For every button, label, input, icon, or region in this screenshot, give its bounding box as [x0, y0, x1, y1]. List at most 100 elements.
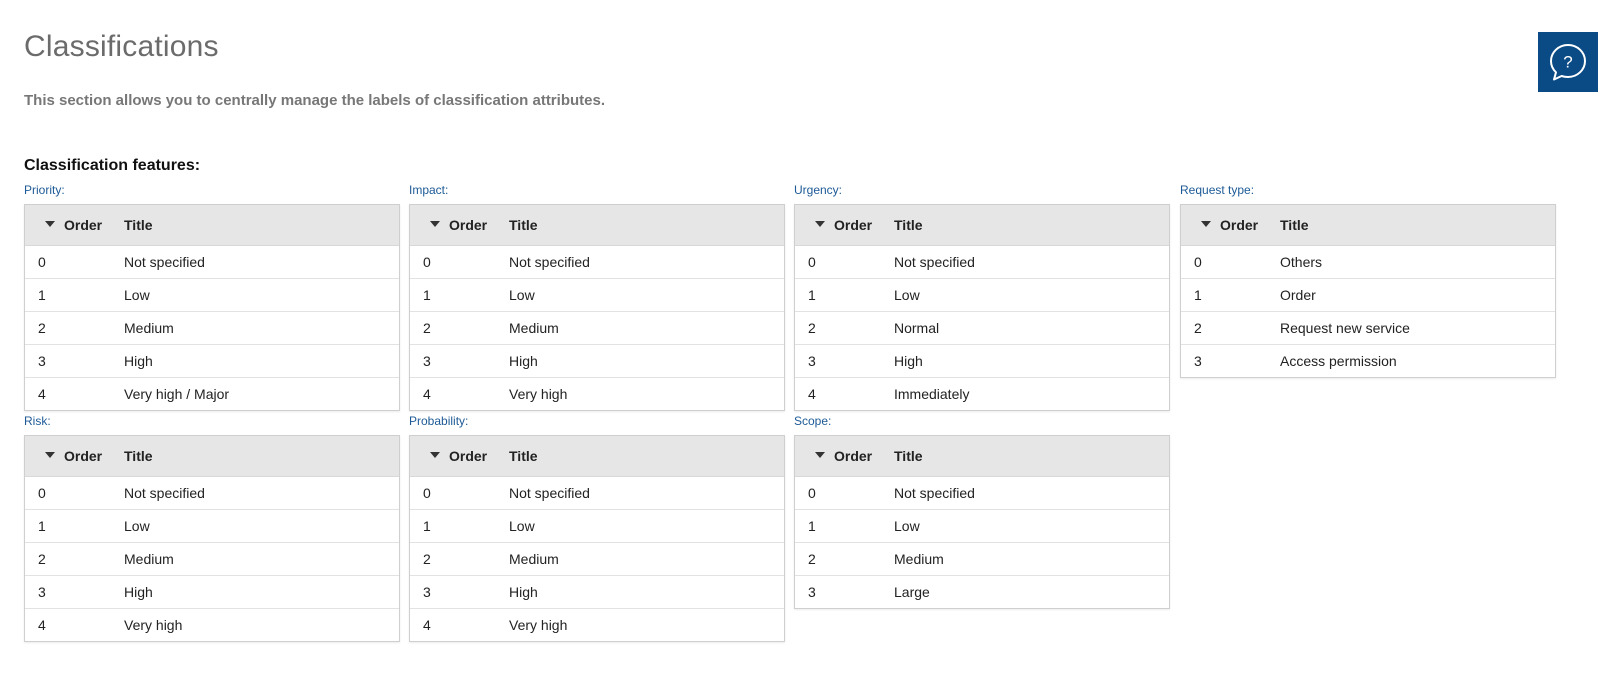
table-row[interactable]: 2 Medium — [25, 312, 399, 345]
table-row[interactable]: 0 Not specified — [795, 477, 1169, 510]
svg-text:?: ? — [1563, 53, 1572, 72]
column-header-title[interactable]: Title — [124, 217, 153, 233]
table-header: Order Title — [795, 436, 1169, 477]
cell-title: Not specified — [894, 254, 975, 270]
cell-order: 0 — [808, 485, 816, 501]
column-header-order[interactable]: Order — [25, 217, 124, 233]
cell-order: 2 — [38, 320, 46, 336]
table-row[interactable]: 1 Low — [410, 510, 784, 543]
table-row[interactable]: 4 Very high — [410, 609, 784, 641]
table-row[interactable]: 3 High — [25, 345, 399, 378]
cell-title: Not specified — [124, 254, 205, 270]
column-header-title[interactable]: Title — [1280, 217, 1309, 233]
table-scope: Order Title 0 Not specified 1 Low 2 Medium 3 Larg… — [794, 435, 1170, 609]
column-header-order[interactable]: Order — [1181, 217, 1280, 233]
column-header-order[interactable]: Order — [795, 448, 894, 464]
table-header: Order Title — [410, 205, 784, 246]
table-row[interactable]: 1 Low — [25, 279, 399, 312]
table-row[interactable]: 2 Medium — [410, 543, 784, 576]
table-row[interactable]: 1 Low — [25, 510, 399, 543]
cell-title: High — [894, 353, 923, 369]
column-header-title[interactable]: Title — [894, 448, 923, 464]
table-risk: Order Title 0 Not specified 1 Low 2 Medium 3 High… — [24, 435, 400, 642]
table-row[interactable]: 0 Not specified — [25, 246, 399, 279]
table-row[interactable]: 2 Medium — [795, 543, 1169, 576]
cell-title: Low — [894, 518, 920, 534]
column-header-title[interactable]: Title — [509, 448, 538, 464]
table-label-impact: Impact: — [409, 183, 449, 197]
column-header-order-label: Order — [449, 217, 488, 233]
cell-title: High — [509, 353, 538, 369]
sort-descending-icon — [430, 452, 440, 458]
table-row[interactable]: 3 High — [410, 345, 784, 378]
table-impact: Order Title 0 Not specified 1 Low 2 Medium 3 High… — [409, 204, 785, 411]
cell-order: 1 — [38, 287, 46, 303]
table-row[interactable]: 2 Normal — [795, 312, 1169, 345]
cell-title: High — [124, 353, 153, 369]
cell-order: 1 — [38, 518, 46, 534]
help-button[interactable]: ? — [1538, 32, 1598, 92]
table-panel-scope: Scope: Order Title 0 Not specified 1 Low 2 Mediu… — [794, 413, 1170, 609]
cell-order: 3 — [808, 584, 816, 600]
table-row[interactable]: 2 Request new service — [1181, 312, 1555, 345]
table-row[interactable]: 1 Order — [1181, 279, 1555, 312]
sort-descending-icon — [815, 221, 825, 227]
table-panel-request-type: Request type: Order Title 0 Others 1 Order 2 Req… — [1180, 182, 1556, 378]
column-header-order[interactable]: Order — [410, 217, 509, 233]
cell-title: Not specified — [894, 485, 975, 501]
table-row[interactable]: 3 High — [25, 576, 399, 609]
cell-order: 1 — [808, 287, 816, 303]
table-request-type: Order Title 0 Others 1 Order 2 Request new serv… — [1180, 204, 1556, 378]
table-row[interactable]: 0 Not specified — [25, 477, 399, 510]
table-row[interactable]: 2 Medium — [410, 312, 784, 345]
cell-order: 3 — [808, 353, 816, 369]
cell-order: 4 — [423, 386, 431, 402]
cell-title: Request new service — [1280, 320, 1410, 336]
cell-title: Low — [509, 518, 535, 534]
cell-order: 2 — [423, 551, 431, 567]
cell-title: Low — [894, 287, 920, 303]
table-row[interactable]: 1 Low — [410, 279, 784, 312]
cell-title: Very high — [509, 386, 568, 402]
table-row[interactable]: 1 Low — [795, 510, 1169, 543]
column-header-title[interactable]: Title — [894, 217, 923, 233]
table-row[interactable]: 4 Very high — [25, 609, 399, 641]
cell-title: Not specified — [509, 254, 590, 270]
sort-descending-icon — [1201, 221, 1211, 227]
column-header-order[interactable]: Order — [795, 217, 894, 233]
table-row[interactable]: 0 Others — [1181, 246, 1555, 279]
column-header-title[interactable]: Title — [509, 217, 538, 233]
cell-title: Others — [1280, 254, 1323, 270]
column-header-order-label: Order — [834, 217, 873, 233]
table-row[interactable]: 4 Very high — [410, 378, 784, 410]
cell-order: 0 — [38, 254, 46, 270]
cell-title: Very high — [124, 617, 183, 633]
cell-title: Not specified — [509, 485, 590, 501]
column-header-order[interactable]: Order — [410, 448, 509, 464]
column-header-order[interactable]: Order — [25, 448, 124, 464]
table-header: Order Title — [25, 436, 399, 477]
table-panel-risk: Risk: Order Title 0 Not specified 1 Low 2 Medium… — [24, 413, 400, 642]
cell-order: 2 — [808, 551, 816, 567]
table-row[interactable]: 3 Access permission — [1181, 345, 1555, 377]
table-row[interactable]: 3 High — [410, 576, 784, 609]
table-row[interactable]: 0 Not specified — [410, 477, 784, 510]
table-row[interactable]: 0 Not specified — [795, 246, 1169, 279]
table-row[interactable]: 0 Not specified — [410, 246, 784, 279]
cell-order: 2 — [808, 320, 816, 336]
table-row[interactable]: 4 Very high / Major — [25, 378, 399, 410]
table-row[interactable]: 1 Low — [795, 279, 1169, 312]
column-header-title[interactable]: Title — [124, 448, 153, 464]
table-header: Order Title — [25, 205, 399, 246]
table-row[interactable]: 4 Immediately — [795, 378, 1169, 410]
cell-title: Low — [124, 518, 150, 534]
cell-title: Very high — [509, 617, 568, 633]
table-header: Order Title — [795, 205, 1169, 246]
cell-title: Medium — [124, 320, 174, 336]
table-row[interactable]: 2 Medium — [25, 543, 399, 576]
cell-order: 0 — [1194, 254, 1202, 270]
table-row[interactable]: 3 Large — [795, 576, 1169, 608]
table-row[interactable]: 3 High — [795, 345, 1169, 378]
table-panel-priority: Priority: Order Title 0 Not specified 1 Low 2 Me… — [24, 182, 400, 411]
cell-title: Low — [509, 287, 535, 303]
